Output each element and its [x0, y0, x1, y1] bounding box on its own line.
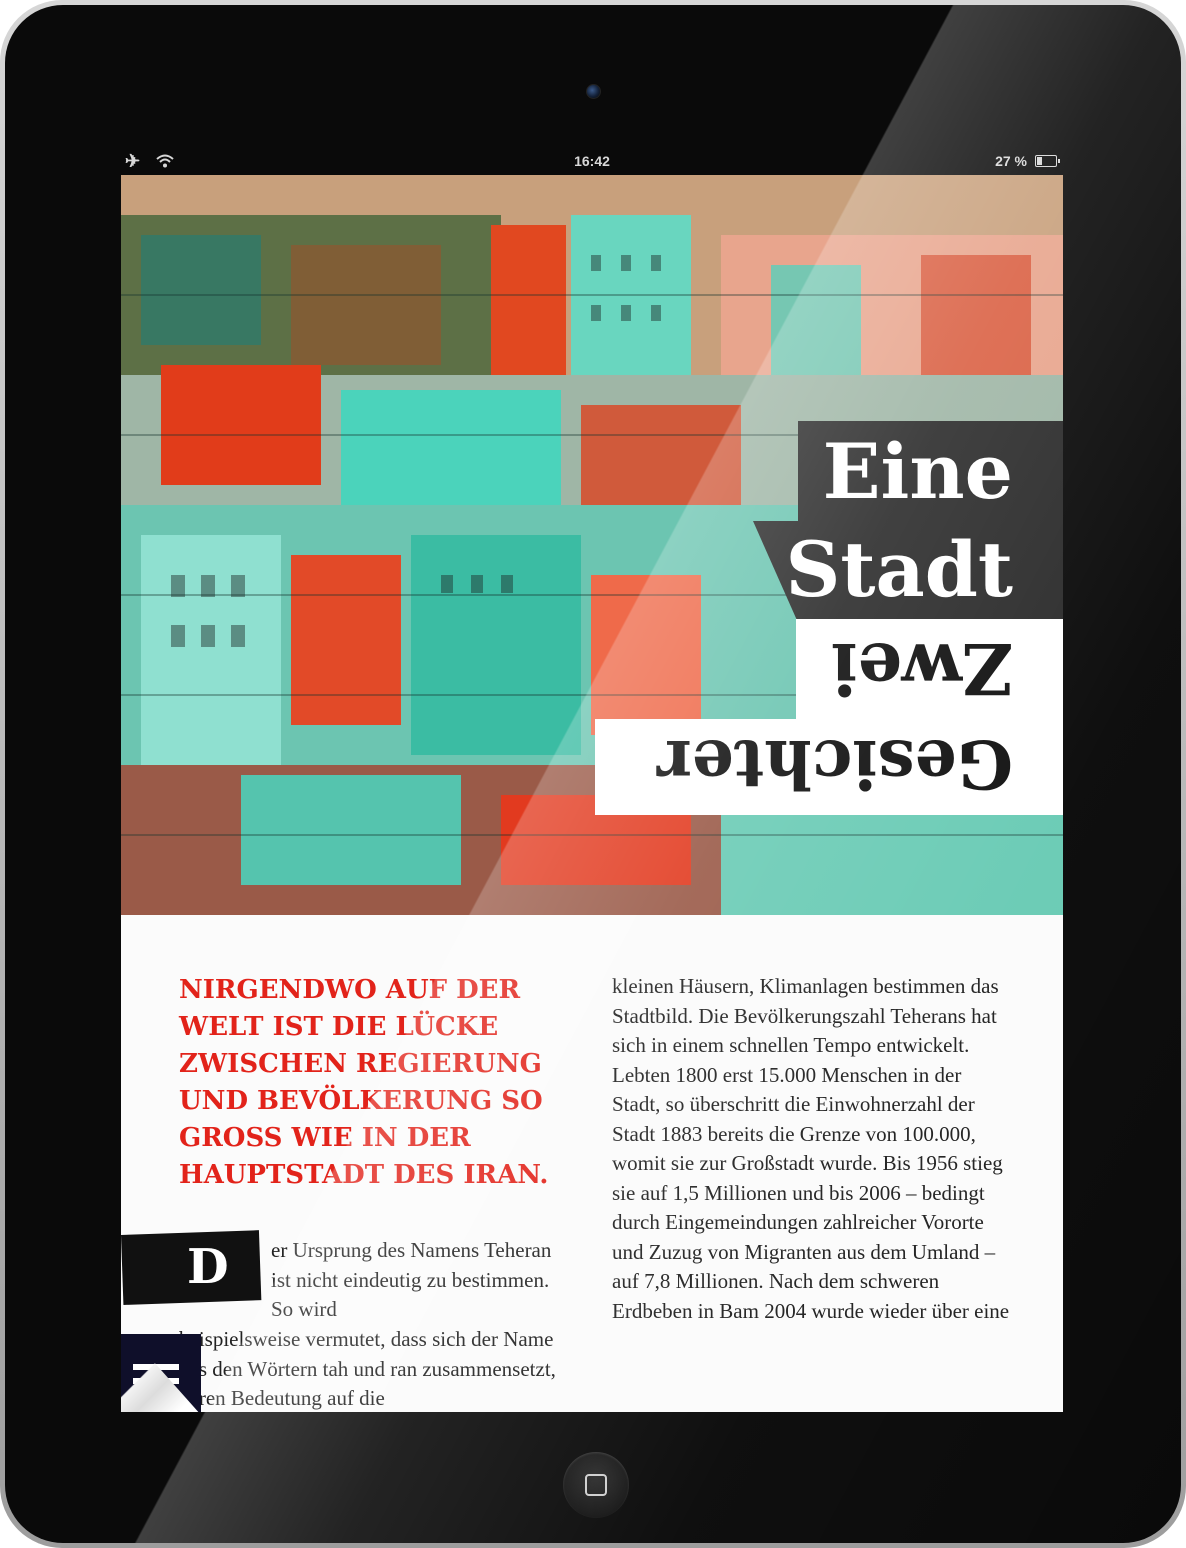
battery-icon [1035, 155, 1060, 167]
title-word-eine: Eine [798, 421, 1063, 521]
home-button-icon [585, 1474, 607, 1496]
hero-image: Eine Stadt Zwei Gesichter [121, 175, 1063, 915]
title-word-zwei: Zwei [796, 619, 1063, 719]
body-text-right: kleinen Häusern, Klimanlagen bestimmen d… [612, 974, 1010, 1323]
title-word-stadt: Stadt [786, 521, 1063, 619]
status-bar: ✈ 16:42 27 % [121, 150, 1063, 175]
battery-percent: 27 % [995, 153, 1027, 169]
front-camera [586, 84, 601, 99]
title-word-gesichter: Gesichter [595, 719, 1063, 815]
body-text-left-top: er Ursprung des Namens Teheran ist nicht… [271, 1238, 552, 1321]
status-time: 16:42 [574, 153, 610, 169]
drop-cap: D [187, 1239, 229, 1295]
article-lead: NiRGENDWO AUF DER WELT iST DiE LüCKE ZWi… [179, 975, 549, 1190]
home-button[interactable] [563, 1452, 629, 1518]
body-text-left-bottom: beispielsweise vermutet, dass sich der N… [179, 1327, 556, 1410]
magazine-page[interactable]: Eine Stadt Zwei Gesichter NiRGENDWO AUF … [121, 175, 1063, 1412]
